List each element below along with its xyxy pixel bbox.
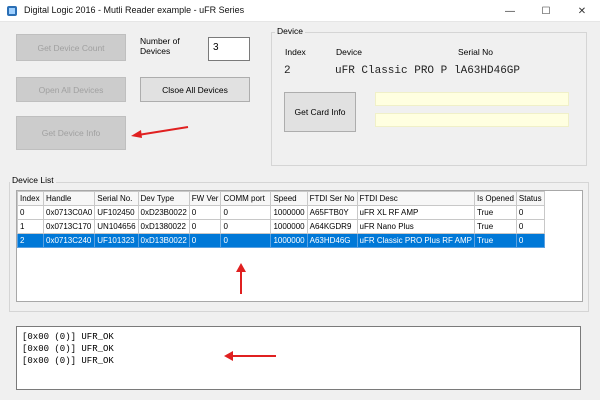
log-line: [0x00 (0)] UFR_OK [22,344,114,354]
table-cell: 0 [188,205,222,220]
annotation-arrow-get-device-info [131,126,189,138]
column-header[interactable]: FTDI Ser No [306,191,358,206]
log-output[interactable]: [0x00 (0)] UFR_OK [0x00 (0)] UFR_OK [0x0… [16,326,581,390]
table-cell: UN104656 [94,219,139,234]
table-cell: 0 [188,233,222,248]
table-row[interactable]: 0 0x0713C0A0 UF102450 0xD23B0022 0 0 1000000 A6… [17,205,545,220]
table-cell: 0 [220,205,272,220]
device-table: Index Handle Serial No. Dev Type FW Ver COMM … [17,191,545,248]
column-header[interactable]: Serial No. [94,191,139,206]
column-header[interactable]: COMM port [220,191,272,206]
column-header[interactable]: Speed [270,191,308,206]
table-cell: True [473,205,517,220]
table-cell: True [473,219,517,234]
close-button[interactable]: ✕ [564,0,600,22]
table-cell: 0 [515,219,545,234]
annotation-arrow-log [224,351,276,361]
table-row[interactable]: 2 0x0713C240 UF101323 0xD13B0022 0 0 1000000 A6… [17,233,545,248]
table-cell: A63HD46G [306,233,358,248]
table-cell: 1000000 [270,219,308,234]
card-info-field-2[interactable] [375,113,569,127]
log-line: [0x00 (0)] UFR_OK [22,356,114,366]
table-cell: A65FTB0Y [306,205,358,220]
table-cell: uFR XL RF AMP [356,205,475,220]
device-index-value: 2 [284,65,291,77]
maximize-button[interactable]: ☐ [528,0,564,22]
device-list-caption: Device List [10,175,56,185]
table-cell: 0x0713C240 [42,233,96,248]
number-of-devices-field[interactable]: 3 [208,37,250,61]
column-header[interactable]: Index [17,191,44,206]
annotation-arrow-device-list [236,263,246,294]
column-header[interactable]: Status [515,191,545,206]
table-cell: 1000000 [270,205,308,220]
column-header[interactable]: FTDI Desc [356,191,475,206]
table-cell: 0 [515,205,545,220]
title-bar: Digital Logic 2016 - Mutli Reader exampl… [0,0,600,22]
table-cell: 0 [188,219,222,234]
get-device-count-button[interactable]: Get Device Count [16,34,126,61]
table-cell: 0x0713C0A0 [42,205,96,220]
device-list-grid[interactable]: Index Handle Serial No. Dev Type FW Ver COMM … [16,190,583,302]
open-all-devices-button[interactable]: Open All Devices [16,77,126,102]
column-header[interactable]: FW Ver [188,191,222,206]
device-index-header: Index [285,47,306,57]
device-name-value: uFR Classic PRO P [335,65,448,77]
table-cell: True [473,233,517,248]
device-serial-header: Serial No [458,47,493,57]
app-icon [7,6,17,16]
column-header[interactable]: Is Opened [473,191,517,206]
table-cell: A64KGDR9 [306,219,358,234]
table-cell: 0x0713C170 [42,219,96,234]
number-of-devices-label: Number of Devices [140,36,180,56]
table-cell: 0 [220,219,272,234]
table-cell: 0xD23B0022 [137,205,190,220]
device-name-header: Device [336,47,362,57]
table-cell: UF102450 [94,205,139,220]
table-cell: 1000000 [270,233,308,248]
table-cell: 0 [220,233,272,248]
table-cell: uFR Classic PRO Plus RF AMP [356,233,475,248]
device-group-caption: Device [275,26,305,36]
table-row[interactable]: 1 0x0713C170 UN104656 0xD1380022 0 0 1000000 A6… [17,219,545,234]
window-title: Digital Logic 2016 - Mutli Reader exampl… [24,5,245,15]
column-header[interactable]: Handle [42,191,96,206]
device-serial-value: lA63HD46GP [454,65,521,77]
close-all-devices-button[interactable]: Clsoe All Devices [140,77,250,102]
table-cell: 1 [17,219,44,234]
table-cell: 0 [515,233,545,248]
table-header-row: Index Handle Serial No. Dev Type FW Ver COMM … [17,191,545,206]
table-cell: 0xD13B0022 [137,233,190,248]
table-cell: uFR Nano Plus [356,219,475,234]
minimize-button[interactable]: — [492,0,528,22]
get-device-info-button[interactable]: Get Device Info [16,116,126,150]
log-line: [0x00 (0)] UFR_OK [22,332,114,342]
table-cell: 2 [17,233,44,248]
table-cell: 0xD1380022 [137,219,190,234]
card-info-field-1[interactable] [375,92,569,106]
column-header[interactable]: Dev Type [137,191,190,206]
table-cell: 0 [17,205,44,220]
table-cell: UF101323 [94,233,139,248]
get-card-info-button[interactable]: Get Card Info [284,92,356,132]
